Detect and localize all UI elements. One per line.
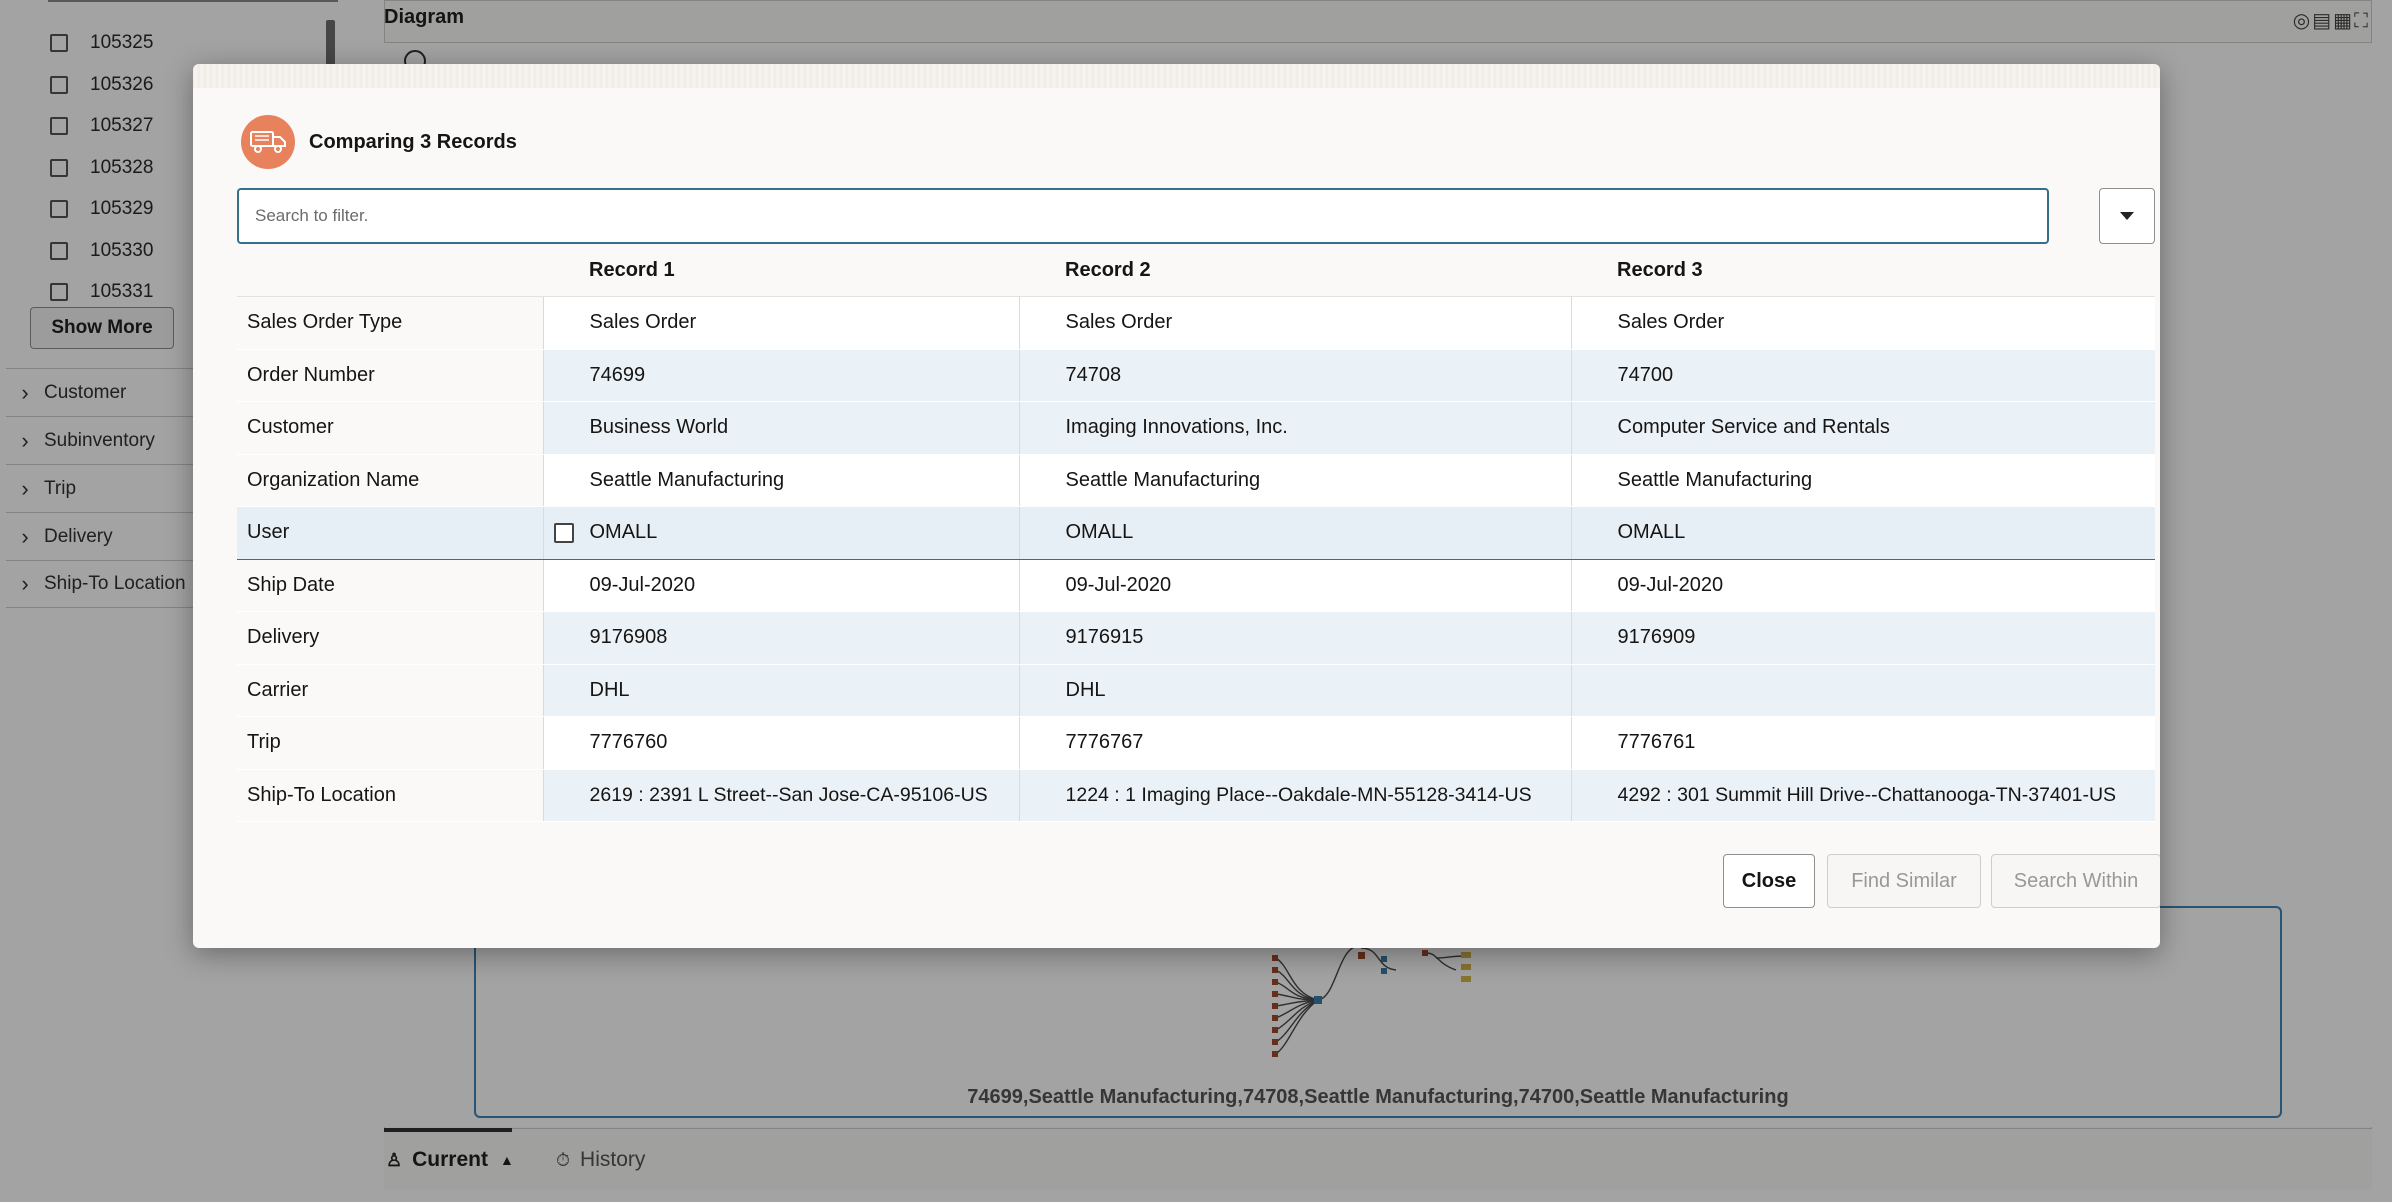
table-cell: DHL bbox=[543, 664, 1020, 717]
table-cell: 4292 : 301 Summit Hill Drive--Chattanoog… bbox=[1571, 769, 2155, 822]
row-checkbox[interactable] bbox=[553, 522, 574, 543]
attribute-label: Ship Date bbox=[237, 559, 544, 612]
table-cell: Business World bbox=[543, 401, 1020, 455]
table-row[interactable]: Delivery 9176908 9176915 9176909 bbox=[237, 611, 2155, 665]
table-cell: 74700 bbox=[1571, 349, 2155, 402]
search-within-button[interactable]: Search Within bbox=[1991, 854, 2160, 908]
table-cell: 9176909 bbox=[1571, 611, 2155, 665]
table-cell: 7776767 bbox=[1019, 716, 1572, 770]
attribute-label: Trip bbox=[237, 716, 544, 770]
table-row[interactable]: Organization Name Seattle Manufacturing … bbox=[237, 454, 2155, 507]
table-cell: Seattle Manufacturing bbox=[543, 454, 1020, 507]
table-row[interactable]: Order Number 74699 74708 74700 bbox=[237, 349, 2155, 402]
comparison-table: Record 1 Record 2 Record 3 Sales Order T… bbox=[237, 244, 2155, 822]
column-header-record-3: Record 3 bbox=[1571, 244, 2155, 297]
table-cell: 09-Jul-2020 bbox=[1019, 559, 1572, 612]
table-cell: Sales Order bbox=[1571, 296, 2155, 350]
find-similar-button[interactable]: Find Similar bbox=[1827, 854, 1981, 908]
table-header-row: Record 1 Record 2 Record 3 bbox=[237, 244, 2155, 297]
table-cell: 7776761 bbox=[1571, 716, 2155, 770]
attribute-column-header bbox=[237, 244, 543, 297]
table-cell: 9176908 bbox=[543, 611, 1020, 665]
table-cell bbox=[1571, 664, 2155, 717]
compare-records-dialog: Comparing 3 Records Record 1 Record 2 Re… bbox=[193, 64, 2160, 948]
table-row[interactable]: Sales Order Type Sales Order Sales Order… bbox=[237, 296, 2155, 350]
table-row[interactable]: Ship Date 09-Jul-2020 09-Jul-2020 09-Jul… bbox=[237, 559, 2155, 612]
table-cell: DHL bbox=[1019, 664, 1572, 717]
table-row[interactable]: Carrier DHL DHL bbox=[237, 664, 2155, 717]
table-row-selected[interactable]: User OMALL OMALL OMALL bbox=[237, 506, 2155, 560]
table-row[interactable]: Trip 7776760 7776767 7776761 bbox=[237, 716, 2155, 770]
close-button[interactable]: Close bbox=[1723, 854, 1815, 908]
table-cell: Sales Order bbox=[543, 296, 1020, 350]
attribute-label: Customer bbox=[237, 401, 544, 455]
table-cell: Seattle Manufacturing bbox=[1019, 454, 1572, 507]
table-row[interactable]: Ship-To Location 2619 : 2391 L Street--S… bbox=[237, 769, 2155, 822]
attribute-label: Delivery bbox=[237, 611, 544, 665]
chevron-down-icon bbox=[2120, 212, 2134, 220]
table-cell: OMALL bbox=[1571, 506, 2155, 560]
filter-search-field[interactable] bbox=[237, 188, 2049, 244]
attribute-label: Carrier bbox=[237, 664, 544, 717]
table-cell: Computer Service and Rentals bbox=[1571, 401, 2155, 455]
truck-icon bbox=[241, 115, 295, 169]
column-header-record-1: Record 1 bbox=[543, 244, 1019, 297]
attribute-label: Ship-To Location bbox=[237, 769, 544, 822]
table-cell: 09-Jul-2020 bbox=[543, 559, 1020, 612]
table-cell: Sales Order bbox=[1019, 296, 1572, 350]
table-cell: 74699 bbox=[543, 349, 1020, 402]
table-row[interactable]: Customer Business World Imaging Innovati… bbox=[237, 401, 2155, 455]
dialog-header: Comparing 3 Records bbox=[241, 114, 517, 170]
view-options-dropdown-button[interactable] bbox=[2099, 188, 2155, 244]
table-cell: 9176915 bbox=[1019, 611, 1572, 665]
dialog-drag-handle[interactable] bbox=[193, 64, 2160, 88]
table-cell: Seattle Manufacturing bbox=[1571, 454, 2155, 507]
table-cell: 74708 bbox=[1019, 349, 1572, 402]
table-cell: 7776760 bbox=[543, 716, 1020, 770]
table-cell: 1224 : 1 Imaging Place--Oakdale-MN-55128… bbox=[1019, 769, 1572, 822]
table-cell: OMALL bbox=[1019, 506, 1572, 560]
attribute-label: Order Number bbox=[237, 349, 544, 402]
column-header-record-2: Record 2 bbox=[1019, 244, 1571, 297]
attribute-label: Organization Name bbox=[237, 454, 544, 507]
table-cell: OMALL bbox=[543, 506, 1020, 560]
dialog-title: Comparing 3 Records bbox=[309, 130, 517, 153]
attribute-label: Sales Order Type bbox=[237, 296, 544, 350]
table-cell: 09-Jul-2020 bbox=[1571, 559, 2155, 612]
filter-search-input[interactable] bbox=[239, 190, 2047, 242]
table-cell: Imaging Innovations, Inc. bbox=[1019, 401, 1572, 455]
attribute-label: User bbox=[237, 506, 544, 560]
table-cell: 2619 : 2391 L Street--San Jose-CA-95106-… bbox=[543, 769, 1020, 822]
